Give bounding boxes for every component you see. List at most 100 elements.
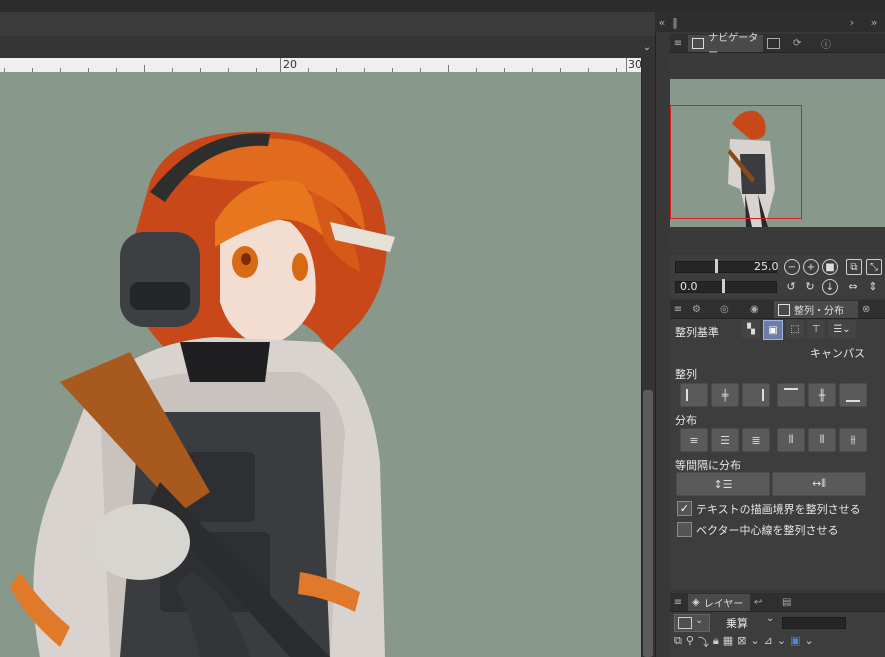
rotation-slider-thumb[interactable] <box>722 279 725 293</box>
history-icon: ↩ <box>754 597 763 608</box>
align-criteria-value: キャンパス <box>810 347 865 360</box>
tab-brush-size[interactable]: ◎ <box>716 301 746 318</box>
fit-window-icon[interactable]: ⧉ <box>846 259 862 275</box>
align-tabs: ⚙ ◎ ◉ 整列・分布 ⊗ <box>670 300 885 319</box>
align-vcenter-icon: ╫ <box>818 388 826 402</box>
distribute-vcenter-icon: ☰ <box>720 433 730 447</box>
distribute-bottom-button[interactable]: ≣ <box>742 428 770 452</box>
close-icon: ⊗ <box>862 304 871 315</box>
distribute-hcenter-icon: ⦀ <box>819 433 825 446</box>
layer-color-dropdown[interactable]: ⌄ <box>674 614 710 632</box>
ruler-icon[interactable]: ⊿ <box>764 634 773 654</box>
canvas-scroll-thumb[interactable] <box>643 390 653 657</box>
new-layer-icon[interactable]: ⧉ <box>674 634 682 654</box>
tab-sync[interactable]: ⟳ <box>789 35 819 52</box>
distribute-right-button[interactable]: ⫵ <box>839 428 867 452</box>
align-vector-center-checkbox[interactable] <box>677 522 692 537</box>
criteria-frame-icon[interactable]: ⬚ <box>786 320 804 338</box>
align-criteria-buttons: ▚ ▣ ⬚ ⊤ ☰⌄ <box>742 320 882 340</box>
tab-layer-property[interactable]: ▤ <box>778 594 808 611</box>
equal-spacing-vertical-button[interactable]: ↕☰ <box>676 472 770 496</box>
tab-navigator[interactable]: ナビゲーター <box>688 33 768 59</box>
align-bottom-button[interactable] <box>839 383 867 407</box>
actual-size-icon[interactable]: ⤡ <box>866 259 882 275</box>
navigator-thumbnail <box>670 79 885 227</box>
rotate-left-icon[interactable]: ↺ <box>784 279 798 293</box>
illustration-image <box>10 131 395 657</box>
fit-screen-icon[interactable]: ■ <box>822 259 838 275</box>
align-text-bounds-checkbox[interactable]: ✓ <box>677 501 692 516</box>
flip-horizontal-icon[interactable]: ⇔ <box>846 279 860 293</box>
chevron-down-icon-6[interactable]: ⌄ <box>804 634 813 654</box>
navigator-view-frame[interactable] <box>670 105 802 219</box>
tab-close-extra[interactable]: ⊗ <box>858 301 885 318</box>
dock-grip-icon: ‖ <box>672 15 678 29</box>
rotation-value: 0.0 <box>680 280 698 293</box>
sync-icon: ⟳ <box>793 38 802 49</box>
layer-panel: ⌄ 乗算 ⌄ ⧉ ⚲ ⤵ 🔒︎ ▦ ⊠ ⌄ ⊿ ⌄ ▣ ⌄ <box>670 612 885 657</box>
brush-size-icon: ◎ <box>720 304 729 315</box>
criteria-guide-icon[interactable]: ⊤ <box>807 320 825 338</box>
tab-align-distribute[interactable]: 整列・分布 <box>774 301 862 318</box>
zoom-out-icon[interactable]: − <box>784 259 800 275</box>
tab-tool-property[interactable]: ⚙ <box>688 301 718 318</box>
distribute-vcenter-button[interactable]: ☰ <box>711 428 739 452</box>
align-left-button[interactable] <box>680 383 708 407</box>
criteria-dropdown-icon[interactable]: ☰⌄ <box>828 320 856 338</box>
align-vector-center-label: ベクター中心線を整列させる <box>696 524 839 537</box>
equal-spacing-horizontal-icon: ↔⫴ <box>812 477 826 490</box>
chevron-right-icon[interactable]: › <box>845 14 859 30</box>
flip-vertical-icon[interactable]: ⇕ <box>866 279 880 293</box>
info-icon: ⓘ <box>821 40 831 51</box>
drawing-canvas[interactable] <box>0 72 641 657</box>
lock-icon[interactable]: 🔒︎ <box>713 634 719 654</box>
clip-icon[interactable]: ⤵ <box>698 634 709 654</box>
lock-transparent-icon[interactable]: ▦ <box>723 634 733 654</box>
chevron-down-icon[interactable]: ⌄ <box>640 39 654 55</box>
distribute-hcenter-button[interactable]: ⦀ <box>808 428 836 452</box>
tab-align-label: 整列・分布 <box>794 306 844 317</box>
criteria-canvas-icon[interactable]: ▣ <box>763 320 783 340</box>
collapse-right-icon[interactable]: » <box>867 14 881 30</box>
tool-property-icon: ⚙ <box>692 304 701 315</box>
align-section-label: 整列 <box>675 368 697 381</box>
chevron-down-icon-4[interactable]: ⌄ <box>750 634 759 654</box>
panel-menu-icon[interactable]: ≡ <box>672 35 684 51</box>
zoom-in-icon[interactable]: + <box>803 259 819 275</box>
navigator-icon <box>692 38 705 49</box>
align-right-button[interactable] <box>742 383 770 407</box>
distribute-top-button[interactable]: ≡ <box>680 428 708 452</box>
tab-color-wheel[interactable]: ◉ <box>746 301 776 318</box>
align-hcenter-button[interactable]: ╪ <box>711 383 739 407</box>
align-left-icon <box>686 389 702 401</box>
opacity-slider[interactable] <box>782 617 846 629</box>
distribute-bottom-icon: ≣ <box>751 433 761 447</box>
chevron-down-icon-3[interactable]: ⌄ <box>766 613 774 624</box>
tab-info[interactable]: ⓘ <box>817 35 847 52</box>
rotate-right-icon[interactable]: ↻ <box>803 279 817 293</box>
layers-icon: ◈ <box>692 597 700 608</box>
criteria-selection-icon[interactable]: ▚ <box>742 320 760 338</box>
reset-rotation-icon[interactable]: ↓ <box>822 279 838 295</box>
mask-icon[interactable]: ⊠ <box>737 634 746 654</box>
distribute-left-button[interactable]: ⫴ <box>777 428 805 452</box>
pin-icon[interactable]: ⚲ <box>686 634 694 654</box>
zoom-slider-thumb[interactable] <box>715 259 718 273</box>
tab-history[interactable]: ↩ <box>750 594 780 611</box>
align-hcenter-icon: ╪ <box>721 388 729 402</box>
collapse-left-icon[interactable]: « <box>655 14 669 30</box>
align-top-button[interactable] <box>777 383 805 407</box>
equal-spacing-horizontal-button[interactable]: ↔⫴ <box>772 472 866 496</box>
align-vcenter-button[interactable]: ╫ <box>808 383 836 407</box>
tab-layer[interactable]: ◈ レイヤー <box>688 594 756 611</box>
layer-color-icon[interactable]: ▣ <box>790 634 800 654</box>
blend-mode-value[interactable]: 乗算 <box>726 615 748 631</box>
horizontal-ruler: 20 30 <box>0 58 641 73</box>
chevron-down-icon-5[interactable]: ⌄ <box>777 634 786 654</box>
ruler-mark-20: 20 <box>283 58 297 71</box>
tab-layer-label: レイヤー <box>703 599 744 610</box>
panel-menu-icon-2[interactable]: ≡ <box>672 301 684 317</box>
equal-spacing-vertical-icon: ↕☰ <box>713 477 733 491</box>
panel-menu-icon-3[interactable]: ≡ <box>672 594 684 610</box>
align-top-icon <box>784 388 798 402</box>
